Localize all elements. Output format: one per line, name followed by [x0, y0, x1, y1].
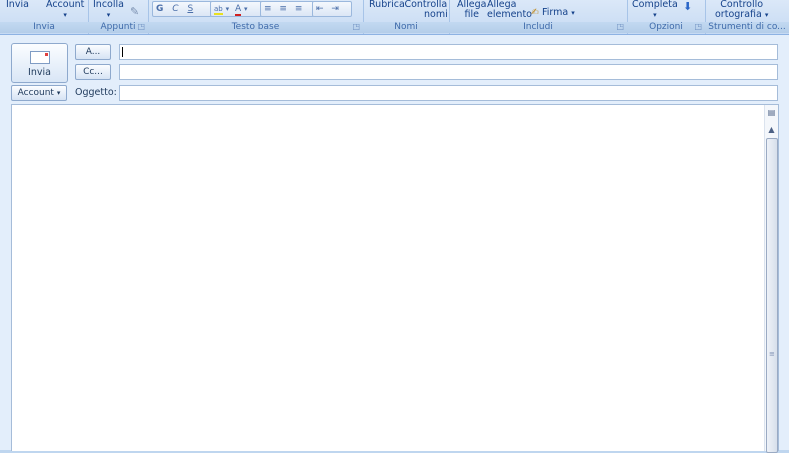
- ribbon-group-basic-text: G C S ab ▾ A ▾ ≡ ≡ ≡ ⇤ ⇥ Testo base ◳: [148, 0, 364, 34]
- scroll-up-arrow-icon[interactable]: ▲: [766, 124, 777, 135]
- italic-button[interactable]: C: [172, 4, 178, 14]
- group-label-include: Includi: [449, 22, 627, 33]
- alignment-group: ≡ ≡ ≡: [260, 1, 314, 17]
- decrease-indent-icon[interactable]: ⇤: [316, 4, 324, 14]
- account-ribbon-label: Account: [46, 0, 85, 10]
- signature-button[interactable]: ✍ Firma ▾: [531, 8, 575, 18]
- chevron-down-icon: ▾: [56, 89, 61, 97]
- check-names-button[interactable]: Controlla nomi: [404, 0, 448, 20]
- subject-label: Oggetto:: [75, 87, 117, 98]
- group-label-proofing: Strumenti di co...: [705, 22, 789, 33]
- send-ribbon-label: Invia: [6, 0, 29, 10]
- ribbon-group-proofing: Controllo ortografia ▾ Strumenti di co..…: [705, 0, 789, 34]
- attach-file-label-2: file: [464, 9, 479, 20]
- signature-icon: ✍: [531, 7, 539, 18]
- chevron-down-icon[interactable]: ▾: [226, 5, 230, 13]
- account-button[interactable]: Account ▾: [11, 85, 67, 101]
- spelling-button[interactable]: Controllo ortografia ▾: [715, 0, 768, 20]
- send-button-label: Invia: [28, 67, 51, 78]
- ribbon: Invia Account ▾ Invia Incolla ▾ ✎ Appunt…: [0, 0, 789, 35]
- text-caret: [122, 47, 123, 57]
- highlight-and-color-group: ab ▾ A ▾: [210, 1, 262, 17]
- grip-icon: ≡: [769, 350, 775, 358]
- chevron-down-icon: ▾: [653, 11, 657, 19]
- format-painter-icon[interactable]: ✎: [130, 6, 139, 17]
- to-field[interactable]: [119, 44, 778, 60]
- dialog-launcher-icon[interactable]: ◳: [352, 22, 360, 31]
- group-label-names: Nomi: [363, 22, 449, 33]
- ruler-toggle-icon[interactable]: ▤: [766, 107, 777, 118]
- vertical-scrollbar[interactable]: ▤ ▲ ≡: [764, 105, 778, 453]
- follow-up-label: Completa: [632, 0, 678, 10]
- to-button[interactable]: A...: [75, 44, 111, 60]
- signature-label: Firma: [542, 7, 569, 18]
- highlight-button[interactable]: ab: [214, 5, 223, 15]
- bold-button[interactable]: G: [156, 4, 163, 14]
- group-label-include-text: Includi: [523, 22, 553, 32]
- ribbon-group-clipboard: Incolla ▾ ✎ Appunti ◳: [88, 0, 149, 34]
- account-button-label: Account: [17, 88, 54, 98]
- message-body[interactable]: ▤ ▲ ≡: [11, 104, 779, 453]
- address-book-button[interactable]: Rubrica: [369, 0, 405, 10]
- bold-italic-underline-group: G C S: [152, 1, 212, 17]
- paste-label: Incolla: [93, 0, 124, 10]
- attach-item-button[interactable]: Allega elemento: [487, 0, 532, 20]
- chevron-down-icon: ▾: [571, 9, 575, 17]
- align-right-icon[interactable]: ≡: [295, 4, 303, 14]
- ribbon-group-names: Rubrica Controlla nomi Nomi: [363, 0, 450, 34]
- group-label-options-text: Opzioni: [649, 22, 683, 32]
- envelope-icon: [29, 51, 50, 64]
- send-ribbon-button[interactable]: Invia: [6, 0, 29, 10]
- align-left-icon[interactable]: ≡: [264, 4, 272, 14]
- low-importance-icon[interactable]: ⬇: [683, 1, 692, 12]
- follow-up-button[interactable]: Completa ▾: [632, 0, 678, 20]
- group-label-basic-text: Testo base: [148, 22, 363, 33]
- indent-group: ⇤ ⇥: [312, 1, 352, 17]
- subject-field[interactable]: [119, 85, 778, 101]
- account-ribbon-button[interactable]: Account ▾: [46, 0, 84, 20]
- scrollbar-thumb[interactable]: ≡: [766, 138, 778, 453]
- align-center-icon[interactable]: ≡: [279, 4, 287, 14]
- underline-button[interactable]: S: [187, 4, 193, 14]
- chevron-down-icon: ▾: [106, 11, 111, 19]
- cc-field[interactable]: [119, 64, 778, 80]
- group-label-options: Opzioni: [627, 22, 705, 33]
- attach-file-button[interactable]: Allega file: [457, 0, 486, 20]
- dialog-launcher-icon[interactable]: ◳: [137, 22, 145, 31]
- increase-indent-icon[interactable]: ⇥: [331, 4, 339, 14]
- chevron-down-icon[interactable]: ▾: [244, 5, 248, 13]
- paste-button[interactable]: Incolla ▾: [93, 0, 124, 20]
- group-label-clipboard-text: Appunti: [100, 22, 136, 32]
- font-color-button[interactable]: A: [235, 4, 242, 16]
- ribbon-group-send: Invia Account ▾ Invia: [0, 0, 89, 34]
- send-button[interactable]: Invia: [11, 43, 68, 83]
- chevron-down-icon: ▾: [63, 11, 67, 19]
- attach-item-label-2: elemento: [487, 9, 532, 20]
- spelling-label-2: ortografia: [715, 9, 762, 20]
- ribbon-group-options: Completa ▾ ⬇ Opzioni ◳: [627, 0, 706, 34]
- ribbon-group-include: Allega file Allega elemento ✍ Firma ▾ In…: [449, 0, 628, 34]
- check-names-label-2: nomi: [424, 9, 448, 20]
- dialog-launcher-icon[interactable]: ◳: [694, 22, 702, 31]
- dialog-launcher-icon[interactable]: ◳: [616, 22, 624, 31]
- chevron-down-icon: ▾: [764, 11, 769, 19]
- cc-button[interactable]: Cc...: [75, 64, 111, 80]
- group-label-send: Invia: [0, 22, 88, 33]
- group-label-basic-text-text: Testo base: [231, 22, 280, 32]
- address-book-label: Rubrica: [369, 0, 405, 10]
